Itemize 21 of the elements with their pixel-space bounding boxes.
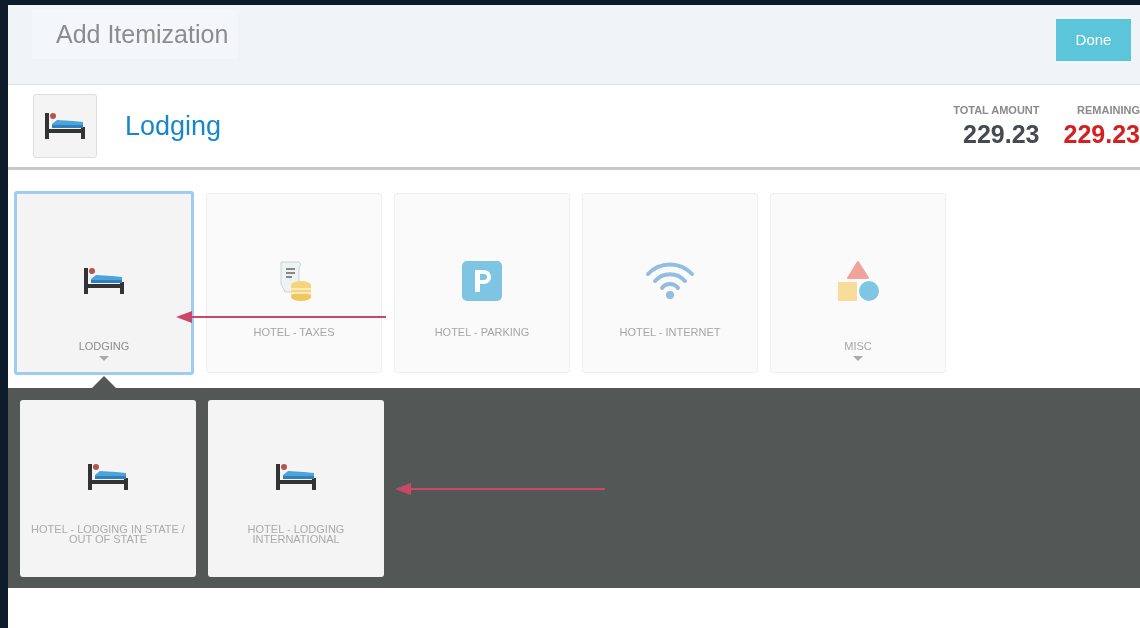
itemization-type-tile[interactable]: LODGING [14, 191, 194, 375]
itemization-type-tile[interactable]: HOTEL - PARKING [394, 193, 570, 373]
wifi-icon [645, 261, 695, 301]
itemization-type-tile[interactable]: MISC [770, 193, 946, 373]
itemization-type-tile[interactable]: HOTEL - INTERNET [582, 193, 758, 373]
bed-icon [86, 462, 130, 492]
itemization-subtype-tile[interactable]: HOTEL - LODGING IN STATE / OUT OF STATE [20, 400, 196, 577]
remaining-value: 229.23 [1063, 119, 1140, 149]
parking-sign-icon [462, 261, 502, 301]
itemization-type-tile[interactable]: HOTEL - TAXES [206, 193, 382, 373]
bed-icon [43, 111, 87, 141]
total-amount-label: TOTAL AMOUNT [953, 103, 1040, 116]
itemization-subtype-tile[interactable]: HOTEL - LODGING INTERNATIONAL [208, 400, 384, 577]
bed-icon [82, 266, 126, 296]
shapes-icon [837, 260, 879, 302]
dialog-title: Add Itemization [32, 10, 238, 59]
total-amount-value: 229.23 [963, 119, 1040, 149]
done-button[interactable]: Done [1056, 18, 1131, 61]
bed-icon [274, 462, 318, 492]
expense-type-title: Lodging [125, 110, 223, 142]
remaining-label: REMAINING [1077, 103, 1140, 116]
